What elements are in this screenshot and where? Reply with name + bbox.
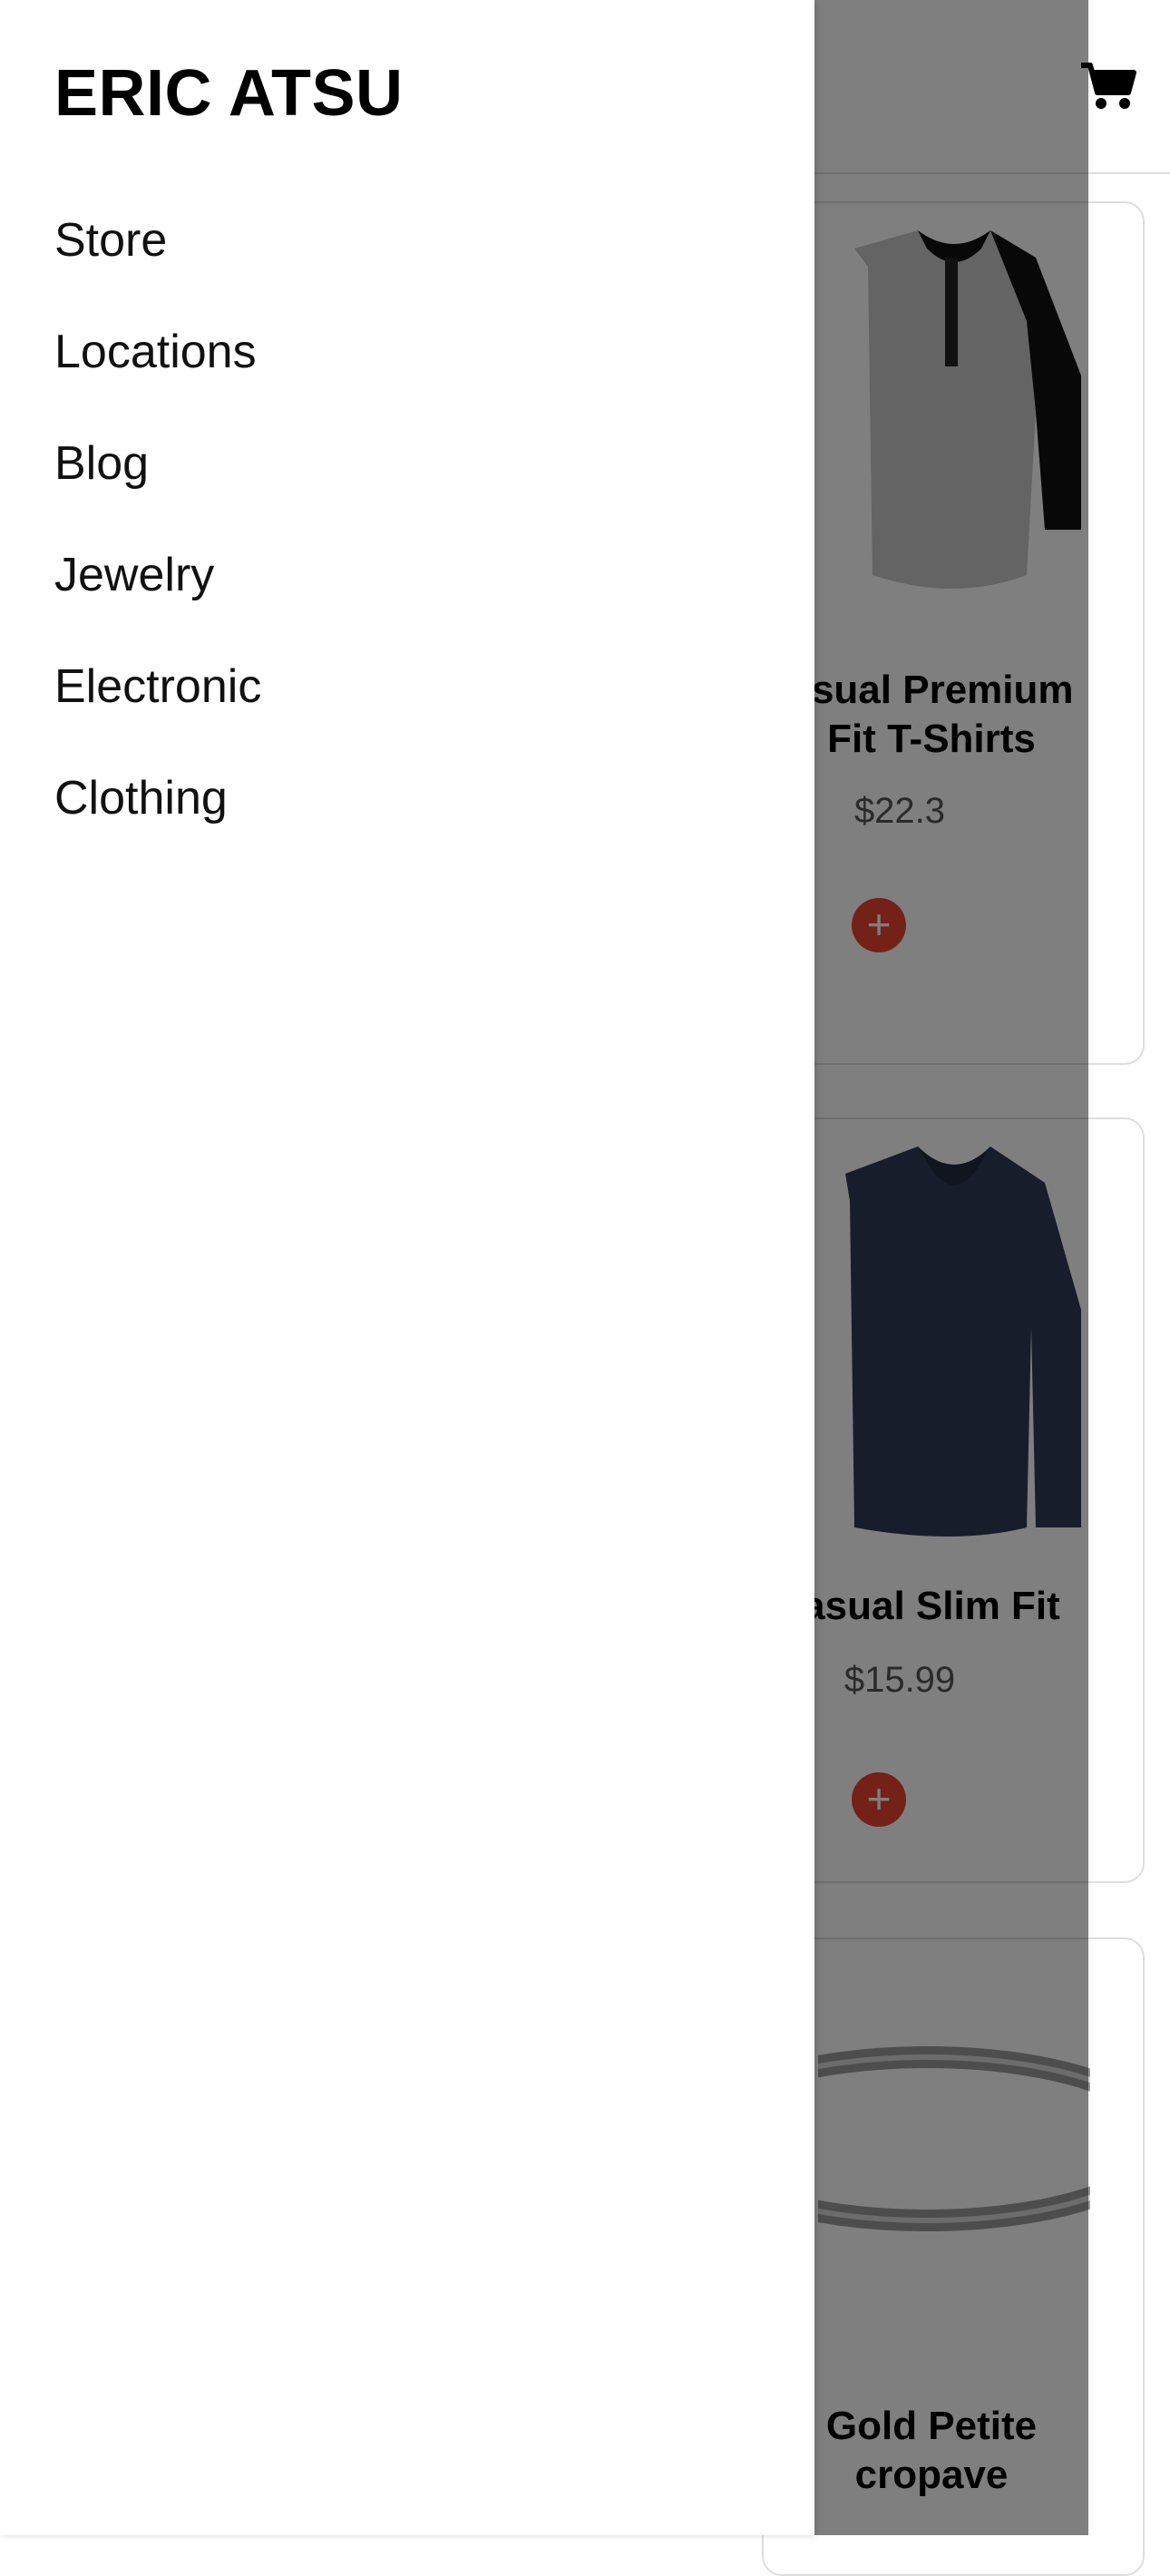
- drawer-item-clothing[interactable]: Clothing: [54, 762, 261, 873]
- brand-title[interactable]: ERIC ATSU: [54, 56, 404, 131]
- side-drawer: ERIC ATSU Store Locations Blog Jewelry E…: [0, 0, 814, 2535]
- drawer-item-blog[interactable]: Blog: [54, 427, 261, 539]
- drawer-item-jewelry[interactable]: Jewelry: [54, 539, 261, 650]
- drawer-item-locations[interactable]: Locations: [54, 316, 261, 427]
- drawer-menu: Store Locations Blog Jewelry Electronic …: [54, 204, 261, 873]
- drawer-item-electronic[interactable]: Electronic: [54, 650, 261, 762]
- drawer-item-store[interactable]: Store: [54, 204, 261, 316]
